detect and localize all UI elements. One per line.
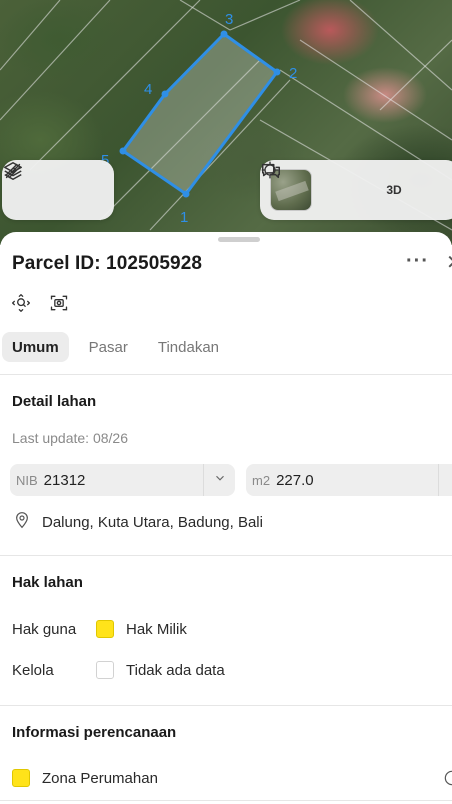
parcel-detail-sheet: Parcel ID: 102505928 ··· ✕ — [0, 232, 452, 804]
tab-pasar[interactable]: Pasar — [79, 332, 138, 362]
screenshot-button[interactable] — [48, 294, 70, 316]
sheet-drag-handle[interactable] — [218, 237, 260, 242]
three-d-button[interactable]: 3D — [375, 168, 414, 212]
three-d-label: 3D — [386, 183, 402, 197]
info-icon[interactable] — [444, 769, 452, 791]
nib-value: 21312 — [43, 471, 86, 489]
tab-bar: Umum Pasar Tindakan — [2, 332, 229, 362]
vertex-label-3: 3 — [225, 11, 233, 28]
rights-row-kelola: Kelola Tidak ada data — [12, 661, 225, 679]
parcel-tools — [10, 293, 70, 318]
map-tools-right: 3D — [260, 160, 452, 220]
map-tools-left — [2, 160, 114, 220]
section-title-detail: Detail lahan — [12, 393, 97, 410]
rights-label: Kelola — [12, 661, 54, 679]
zone-label: Zona Perumahan — [42, 769, 158, 787]
divider — [0, 555, 452, 556]
last-update-text: Last update: 08/26 — [12, 430, 128, 446]
address-text: Dalung, Kuta Utara, Badung, Bali — [42, 513, 263, 531]
zone-row[interactable]: Zona Perumahan — [12, 769, 452, 787]
locate-button[interactable] — [261, 161, 367, 212]
tab-tindakan[interactable]: Tindakan — [148, 332, 229, 362]
nib-field[interactable]: NIB 21312 — [10, 464, 235, 496]
app-root: 1 2 3 4 5 — [0, 0, 452, 804]
measure-button[interactable] — [5, 163, 103, 212]
tab-umum[interactable]: Umum — [2, 332, 69, 362]
nib-prefix: NIB — [16, 472, 38, 488]
section-title-planning: Informasi perencanaan — [12, 724, 177, 741]
address-row: Dalung, Kuta Utara, Badung, Bali — [12, 511, 263, 533]
chevron-down-icon — [213, 471, 227, 490]
divider — [0, 705, 452, 706]
area-field[interactable]: m2 227.0 — [246, 464, 452, 496]
vertex-label-1: 1 — [180, 209, 188, 226]
nib-dropdown-button[interactable] — [203, 464, 235, 496]
section-title-rights: Hak lahan — [12, 574, 83, 591]
zone-swatch — [12, 769, 30, 787]
more-options-button[interactable]: ··· — [406, 251, 432, 276]
close-button[interactable]: ✕ — [446, 252, 452, 276]
parcel-polygon[interactable] — [120, 32, 280, 197]
area-prefix: m2 — [252, 472, 271, 488]
area-dropdown-button[interactable] — [438, 464, 452, 496]
area-value: 227.0 — [276, 471, 314, 489]
feedback-button[interactable] — [262, 163, 452, 212]
page-title: Parcel ID: 102505928 — [12, 253, 203, 274]
rights-value: Hak Milik — [126, 620, 187, 638]
zoom-extent-icon — [11, 293, 31, 318]
satellite-map[interactable]: 1 2 3 4 5 — [0, 0, 452, 245]
rights-label: Hak guna — [12, 620, 77, 638]
sheet-header: Parcel ID: 102505928 ··· ✕ — [12, 251, 452, 276]
camera-icon — [49, 293, 69, 318]
vertex-label-2: 2 — [289, 65, 297, 82]
divider — [0, 800, 452, 801]
rights-value: Tidak ada data — [126, 661, 225, 679]
divider — [0, 374, 452, 375]
zoom-to-parcel-button[interactable] — [10, 293, 32, 318]
hak-milik-swatch — [96, 620, 114, 638]
location-pin-icon — [14, 511, 30, 533]
rights-row-hak-guna: Hak guna Hak Milik — [12, 620, 187, 638]
no-data-swatch — [96, 661, 114, 679]
vertex-label-4: 4 — [144, 81, 152, 98]
